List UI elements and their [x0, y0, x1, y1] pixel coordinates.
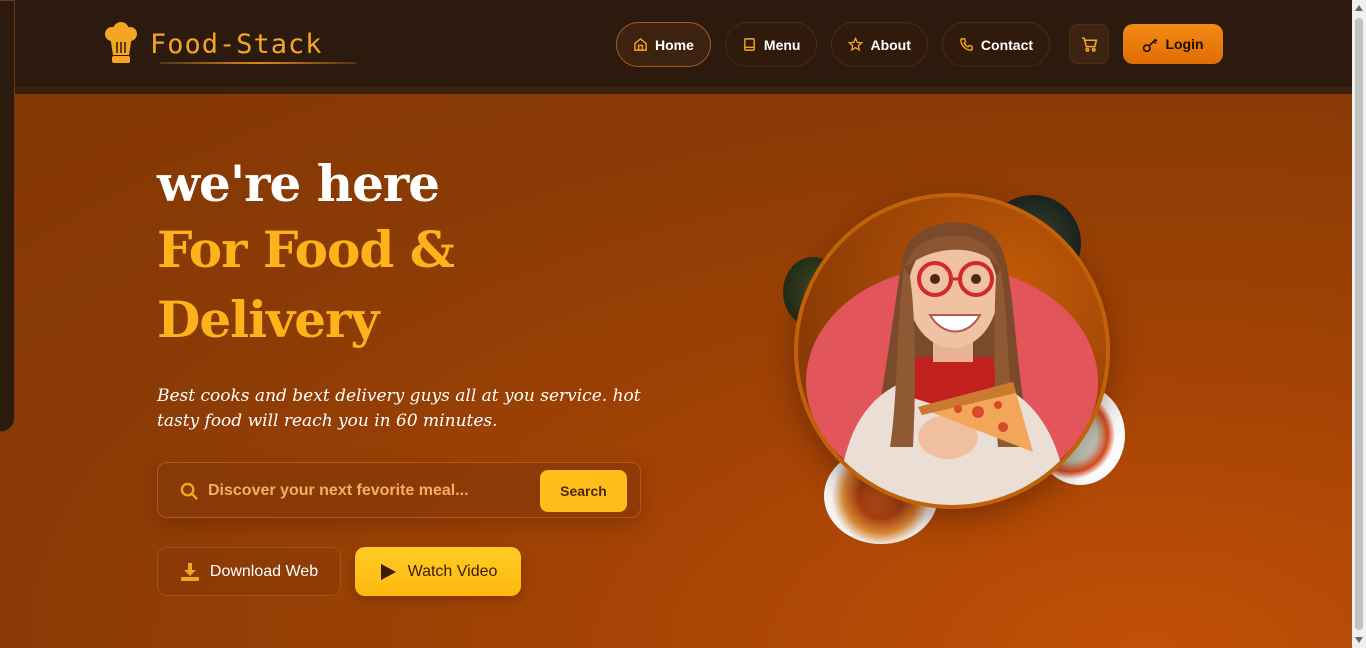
scrollbar-thumb[interactable]	[1355, 18, 1363, 630]
cart-icon	[1081, 36, 1097, 52]
page-scrollbar[interactable]	[1352, 0, 1366, 648]
play-icon	[380, 563, 396, 580]
nav-menu[interactable]: Menu	[724, 22, 818, 67]
logo-underline	[160, 62, 356, 64]
nav-home-label: Home	[655, 36, 694, 53]
nav-home[interactable]: Home	[616, 22, 711, 67]
brand-name: Food-Stack	[150, 28, 323, 60]
key-icon	[1143, 38, 1158, 52]
download-icon	[180, 562, 199, 581]
main-nav: Home Menu About Contact	[616, 22, 1051, 67]
site-header: Food-Stack Home Menu About Contact Login	[0, 0, 1352, 94]
scroll-down-arrow[interactable]	[1355, 637, 1363, 643]
person-eating-pizza-illustration	[838, 222, 1068, 505]
login-button[interactable]: Login	[1123, 24, 1223, 64]
download-web-label: Download Web	[209, 562, 319, 580]
download-web-button[interactable]: Download Web	[157, 547, 341, 596]
scroll-up-arrow[interactable]	[1355, 5, 1363, 11]
search-icon	[180, 482, 198, 500]
nav-contact[interactable]: Contact	[941, 22, 1051, 67]
search-button[interactable]: Search	[540, 470, 627, 512]
cart-button[interactable]	[1069, 24, 1109, 64]
star-icon	[848, 37, 864, 52]
side-panel[interactable]	[0, 0, 15, 432]
nav-contact-label: Contact	[980, 36, 1034, 53]
hero-highlight-line2: Delivery	[157, 290, 379, 349]
hero-subtitle: Best cooks and bext delivery guys all at…	[157, 386, 641, 431]
nav-about[interactable]: About	[831, 22, 928, 67]
hero-headline: we're here	[157, 154, 440, 213]
nav-about-label: About	[870, 36, 911, 53]
chef-hat-icon	[105, 22, 137, 63]
search-input[interactable]	[208, 475, 528, 507]
login-label: Login	[1165, 36, 1204, 52]
home-icon	[634, 37, 647, 51]
logo[interactable]: Food-Stack	[104, 22, 323, 66]
search-bar: Search	[157, 462, 641, 518]
watch-video-button[interactable]: Watch Video	[355, 547, 521, 596]
hero-highlight-line1: For Food &	[157, 220, 455, 279]
book-icon	[744, 38, 755, 51]
watch-video-label: Watch Video	[407, 562, 498, 580]
nav-menu-label: Menu	[763, 36, 801, 53]
hero-image	[794, 193, 1110, 509]
phone-icon	[960, 38, 973, 51]
